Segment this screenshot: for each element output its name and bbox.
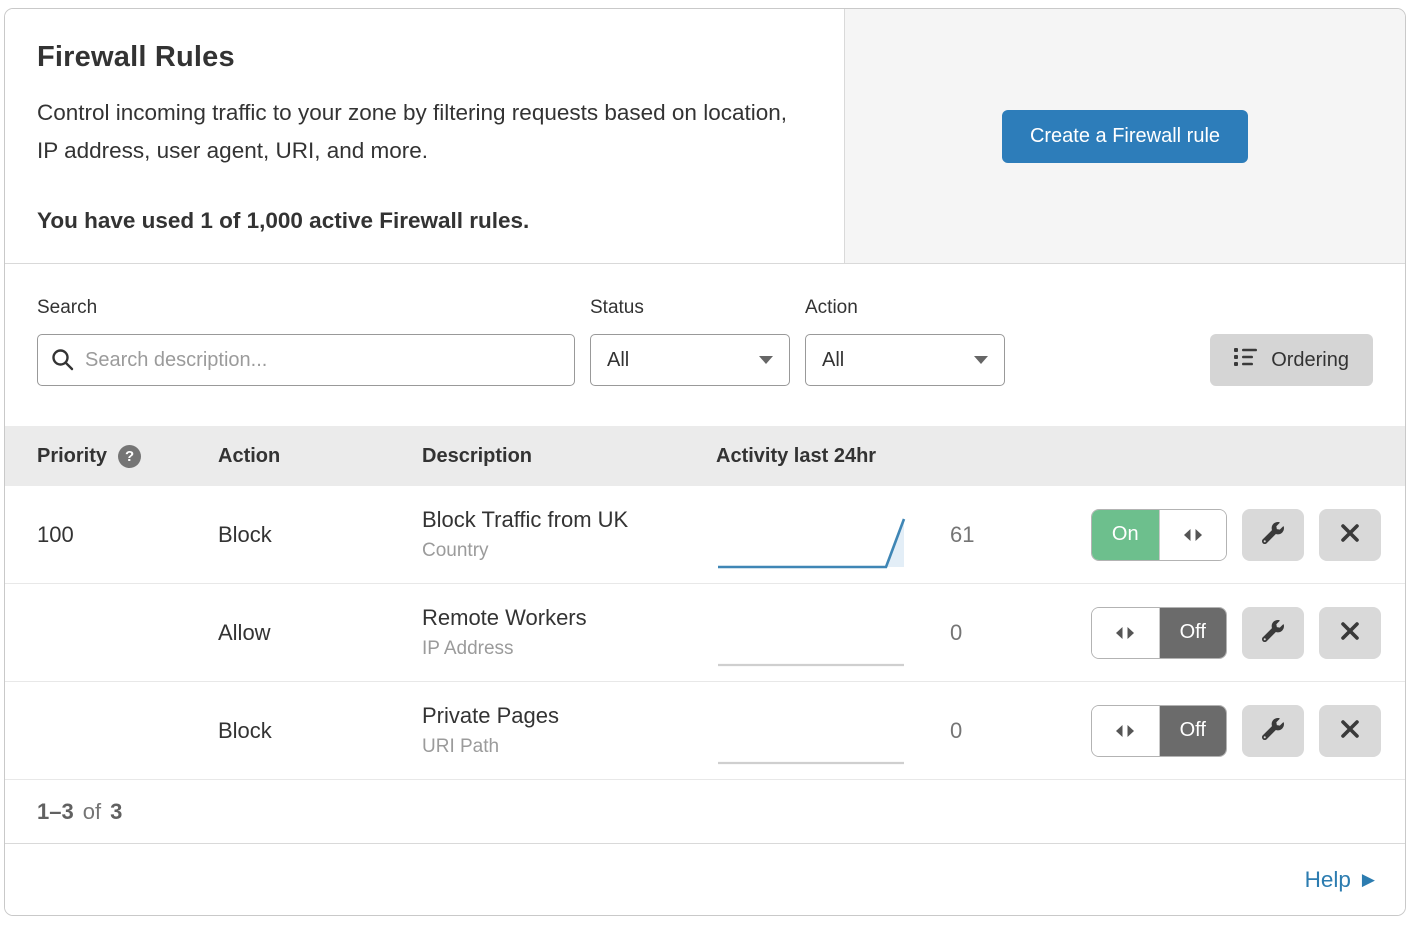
toggle-handle-arrows-icon xyxy=(1092,608,1160,658)
rule-match-type: URI Path xyxy=(422,736,716,758)
wrench-icon xyxy=(1262,718,1284,743)
rule-description: Remote Workers xyxy=(422,605,716,631)
rule-priority: 100 xyxy=(37,522,74,548)
delete-rule-button[interactable] xyxy=(1319,509,1381,561)
help-bar: Help ▶ xyxy=(5,844,1405,915)
rule-match-type: Country xyxy=(422,540,716,562)
search-icon xyxy=(51,348,75,377)
search-label: Search xyxy=(37,297,575,319)
activity-sparkline xyxy=(716,709,916,767)
activity-sparkline xyxy=(716,611,916,669)
column-activity: Activity last 24hr xyxy=(716,445,1381,468)
pagination-of: of xyxy=(83,799,101,825)
header-section: Firewall Rules Control incoming traffic … xyxy=(5,9,1405,264)
action-filter-group: Action All xyxy=(805,297,1005,386)
wrench-icon xyxy=(1262,522,1284,547)
activity-count: 0 xyxy=(950,620,962,646)
toggle-off-label: Off xyxy=(1160,706,1227,756)
header-text-panel: Firewall Rules Control incoming traffic … xyxy=(5,9,845,263)
close-icon xyxy=(1340,523,1360,546)
firewall-rules-card: Firewall Rules Control incoming traffic … xyxy=(4,8,1406,916)
delete-rule-button[interactable] xyxy=(1319,607,1381,659)
table-row: 100 Block Block Traffic from UK Country … xyxy=(5,486,1405,584)
pagination-bar: 1–3 of 3 xyxy=(5,780,1405,844)
rule-match-type: IP Address xyxy=(422,638,716,660)
status-select[interactable]: All xyxy=(590,334,790,386)
pagination-total: 3 xyxy=(110,799,122,825)
filter-bar: Search Status All Action All xyxy=(5,264,1405,426)
help-link-label: Help xyxy=(1305,867,1351,893)
rule-enabled-toggle[interactable]: Off xyxy=(1091,705,1227,757)
chevron-down-icon xyxy=(974,356,988,364)
close-icon xyxy=(1340,621,1360,644)
table-row: Block Private Pages URI Path 0 Off xyxy=(5,682,1405,780)
priority-help-icon[interactable]: ? xyxy=(118,445,141,468)
toggle-on-label: On xyxy=(1092,510,1159,560)
rule-action: Block xyxy=(218,718,272,743)
edit-rule-button[interactable] xyxy=(1242,509,1304,561)
toggle-handle-arrows-icon xyxy=(1092,706,1160,756)
rule-description: Block Traffic from UK xyxy=(422,507,716,533)
ordering-button[interactable]: Ordering xyxy=(1210,334,1373,386)
toggle-off-label: Off xyxy=(1160,608,1227,658)
action-select[interactable]: All xyxy=(805,334,1005,386)
status-filter-group: Status All xyxy=(590,297,790,386)
help-link[interactable]: Help ▶ xyxy=(1305,867,1375,893)
action-select-value: All xyxy=(822,349,844,372)
ordered-list-icon xyxy=(1234,347,1258,373)
search-input[interactable] xyxy=(37,334,575,386)
column-description: Description xyxy=(422,445,716,468)
chevron-down-icon xyxy=(759,356,773,364)
wrench-icon xyxy=(1262,620,1284,645)
table-header: Priority ? Action Description Activity l… xyxy=(5,426,1405,486)
column-action: Action xyxy=(218,445,422,468)
caret-right-icon: ▶ xyxy=(1362,871,1375,888)
header-action-panel: Create a Firewall rule xyxy=(845,9,1405,263)
activity-sparkline xyxy=(716,513,916,571)
search-filter-group: Search xyxy=(37,297,575,386)
usage-note: You have used 1 of 1,000 active Firewall… xyxy=(37,208,812,234)
status-label: Status xyxy=(590,297,790,319)
create-firewall-rule-button[interactable]: Create a Firewall rule xyxy=(1002,110,1248,163)
page-title: Firewall Rules xyxy=(37,41,812,74)
rule-action: Block xyxy=(218,522,272,547)
edit-rule-button[interactable] xyxy=(1242,705,1304,757)
column-priority: Priority xyxy=(37,445,107,468)
edit-rule-button[interactable] xyxy=(1242,607,1304,659)
status-select-value: All xyxy=(607,349,629,372)
pagination-range: 1–3 xyxy=(37,799,74,825)
rule-description: Private Pages xyxy=(422,703,716,729)
rule-enabled-toggle[interactable]: Off xyxy=(1091,607,1227,659)
toggle-handle-arrows-icon xyxy=(1159,510,1227,560)
search-box xyxy=(37,334,575,386)
page-description: Control incoming traffic to your zone by… xyxy=(37,94,807,170)
delete-rule-button[interactable] xyxy=(1319,705,1381,757)
action-label: Action xyxy=(805,297,1005,319)
rule-enabled-toggle[interactable]: On xyxy=(1091,509,1227,561)
table-row: Allow Remote Workers IP Address 0 Off xyxy=(5,584,1405,682)
close-icon xyxy=(1340,719,1360,742)
rule-action: Allow xyxy=(218,620,271,645)
activity-count: 0 xyxy=(950,718,962,744)
activity-count: 61 xyxy=(950,522,974,548)
ordering-button-label: Ordering xyxy=(1271,349,1349,372)
